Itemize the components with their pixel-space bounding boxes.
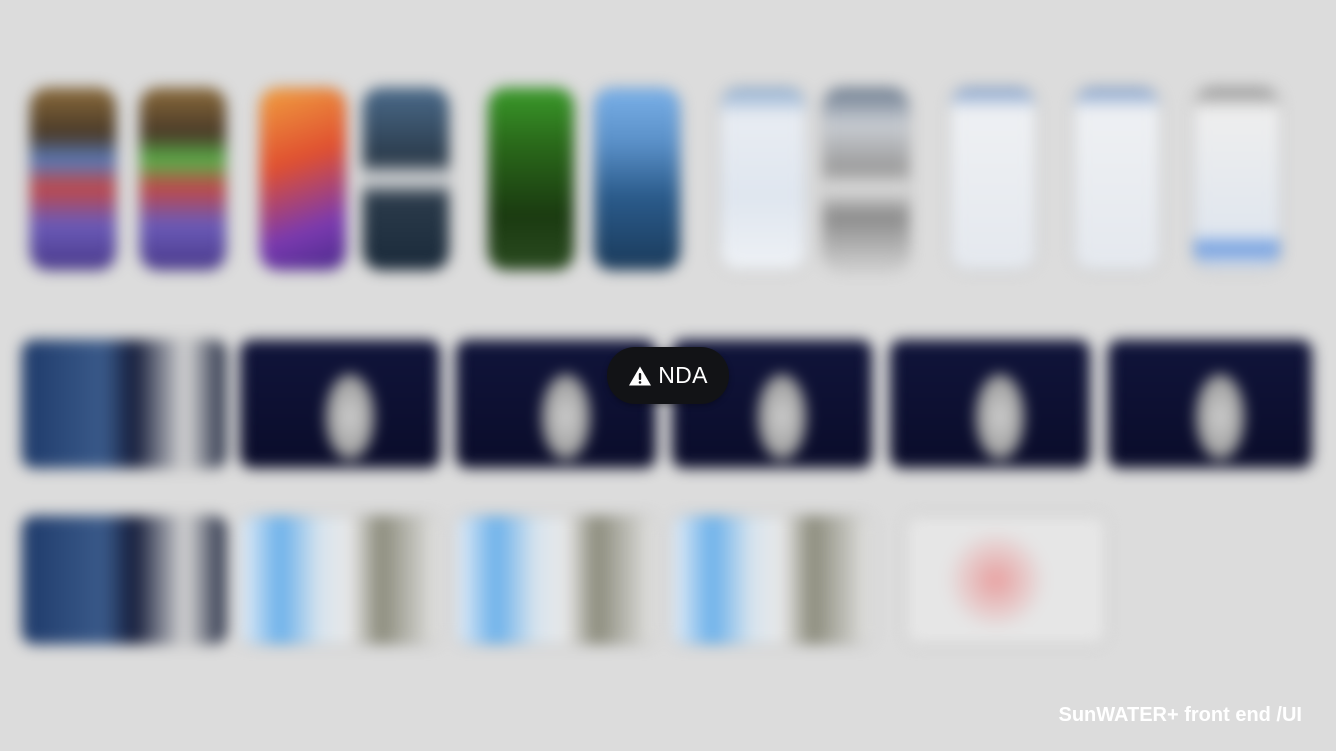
wide-screenshot [1108,340,1312,468]
project-caption: SunWATER+ front end /UI [1058,704,1302,726]
phone-screenshot [140,88,226,270]
phone-screenshot [1194,88,1280,270]
phone-screenshot [260,88,346,270]
wide-screenshot [240,340,440,468]
phone-screenshot [488,88,574,270]
wide-screenshot [906,516,1106,644]
phone-screenshot [1074,88,1160,270]
phone-screenshot [950,88,1036,270]
wide-screenshot [456,516,656,644]
wide-screenshot [22,516,226,644]
phone-screenshot [363,88,449,270]
phone-screenshot [720,88,806,270]
wide-screenshot [890,340,1090,468]
warning-icon [629,366,652,385]
wide-screenshot [672,516,872,644]
nda-label: NDA [658,362,708,388]
phone-screenshot [823,88,909,270]
phone-screenshot [30,88,116,270]
wide-screenshot [240,516,440,644]
nda-badge: NDA [607,347,729,404]
wide-screenshot [22,340,226,468]
phone-screenshot [594,88,680,270]
